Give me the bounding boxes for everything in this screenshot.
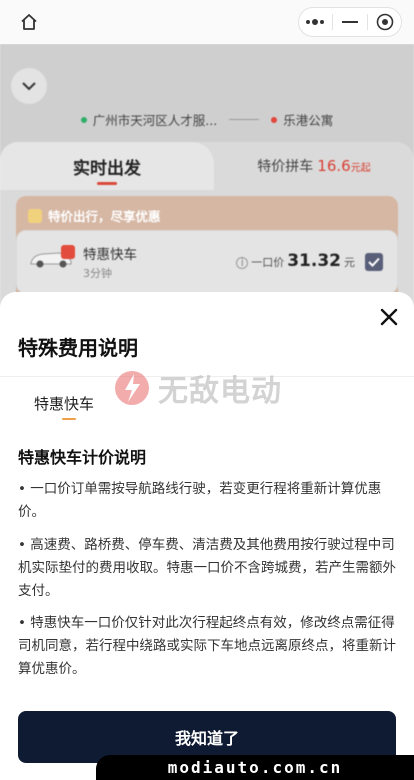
tab-express-underline bbox=[62, 418, 76, 420]
watermark-text: 无敌电动 bbox=[158, 374, 282, 409]
tab-realtime-label: 实时出发 bbox=[73, 158, 141, 179]
route-dash bbox=[229, 119, 260, 120]
more-dots-icon[interactable] bbox=[300, 8, 330, 36]
footer-watermark-text: modiauto.com.cn bbox=[167, 758, 343, 777]
promo-label: 特价出行，尽享优惠 bbox=[48, 209, 161, 224]
carpool-price-unit: 元起 bbox=[350, 162, 371, 174]
tab-realtime[interactable]: 实时出发 bbox=[0, 142, 214, 190]
car-option-row[interactable]: 特惠快车 3分钟 i 一口价 31.32 元 bbox=[16, 230, 398, 294]
start-dot-icon bbox=[80, 116, 87, 123]
car-select-checkbox[interactable] bbox=[365, 253, 383, 271]
car-price-unit: 元 bbox=[344, 256, 355, 269]
route-to: 乐港公寓 bbox=[283, 113, 334, 128]
fee-explanation-sheet: 特殊费用说明 无敌电动 特惠快车 特惠快车计价说明 • 一口价订单需按导航路线行… bbox=[0, 292, 414, 780]
sheet-title: 特殊费用说明 bbox=[18, 336, 138, 360]
watermark-logo-icon bbox=[115, 371, 149, 405]
route-summary: 广州市天河区人才服... 乐港公寓 bbox=[0, 110, 414, 129]
carpool-price: 16.6 bbox=[317, 157, 351, 175]
promo-header: 特价出行，尽享优惠 bbox=[28, 206, 161, 225]
tab-carpool-label: 特价拼车 bbox=[257, 159, 314, 175]
footer-watermark: modiauto.com.cn bbox=[96, 755, 414, 780]
route-from: 广州市天河区人才服... bbox=[92, 113, 218, 128]
tab-carpool[interactable]: 特价拼车 16.6 元起 bbox=[214, 142, 414, 190]
close-icon[interactable] bbox=[376, 304, 402, 330]
car-badge-icon bbox=[61, 245, 75, 259]
tab-underline bbox=[97, 182, 117, 185]
end-dot-icon bbox=[271, 116, 278, 123]
section-title: 特惠快车计价说明 bbox=[18, 448, 147, 467]
pricing-note: • 一口价订单需按导航路线行驶，若变更行程将重新计算优惠价。 bbox=[18, 481, 382, 520]
chevron-down-icon bbox=[22, 82, 36, 91]
check-icon bbox=[368, 257, 380, 267]
collapse-button[interactable] bbox=[11, 68, 47, 104]
car-eta: 3分钟 bbox=[83, 267, 112, 280]
car-price-group: i 一口价 31.32 元 bbox=[236, 251, 355, 271]
home-icon[interactable] bbox=[14, 7, 44, 37]
car-price: 31.32 bbox=[287, 251, 341, 271]
promo-icon bbox=[28, 208, 42, 223]
top-bar bbox=[0, 0, 414, 44]
info-icon[interactable]: i bbox=[236, 256, 249, 269]
pricing-note: • 特惠快车一口价仅针对此次行程起终点有效，修改终点需征得司机同意，若行程中绕路… bbox=[18, 615, 396, 677]
capsule-divider bbox=[367, 14, 368, 30]
minimize-icon[interactable] bbox=[335, 8, 365, 36]
target-close-icon[interactable] bbox=[370, 8, 400, 36]
watermark-logo: 无敌电动 bbox=[112, 366, 282, 410]
capsule-divider bbox=[332, 14, 333, 30]
tab-express[interactable]: 特惠快车 bbox=[34, 393, 94, 414]
promo-card: 特价出行，尽享优惠 特惠快车 3分钟 i 一口价 31.32 元 bbox=[16, 196, 398, 306]
car-name: 特惠快车 bbox=[83, 247, 137, 263]
price-label: 一口价 bbox=[251, 256, 285, 269]
capsule-menu bbox=[298, 7, 402, 37]
pricing-note: • 高速费、路桥费、停车费、清洁费及其他费用按行驶过程中司机实际垫付的费用收取。… bbox=[18, 537, 396, 599]
